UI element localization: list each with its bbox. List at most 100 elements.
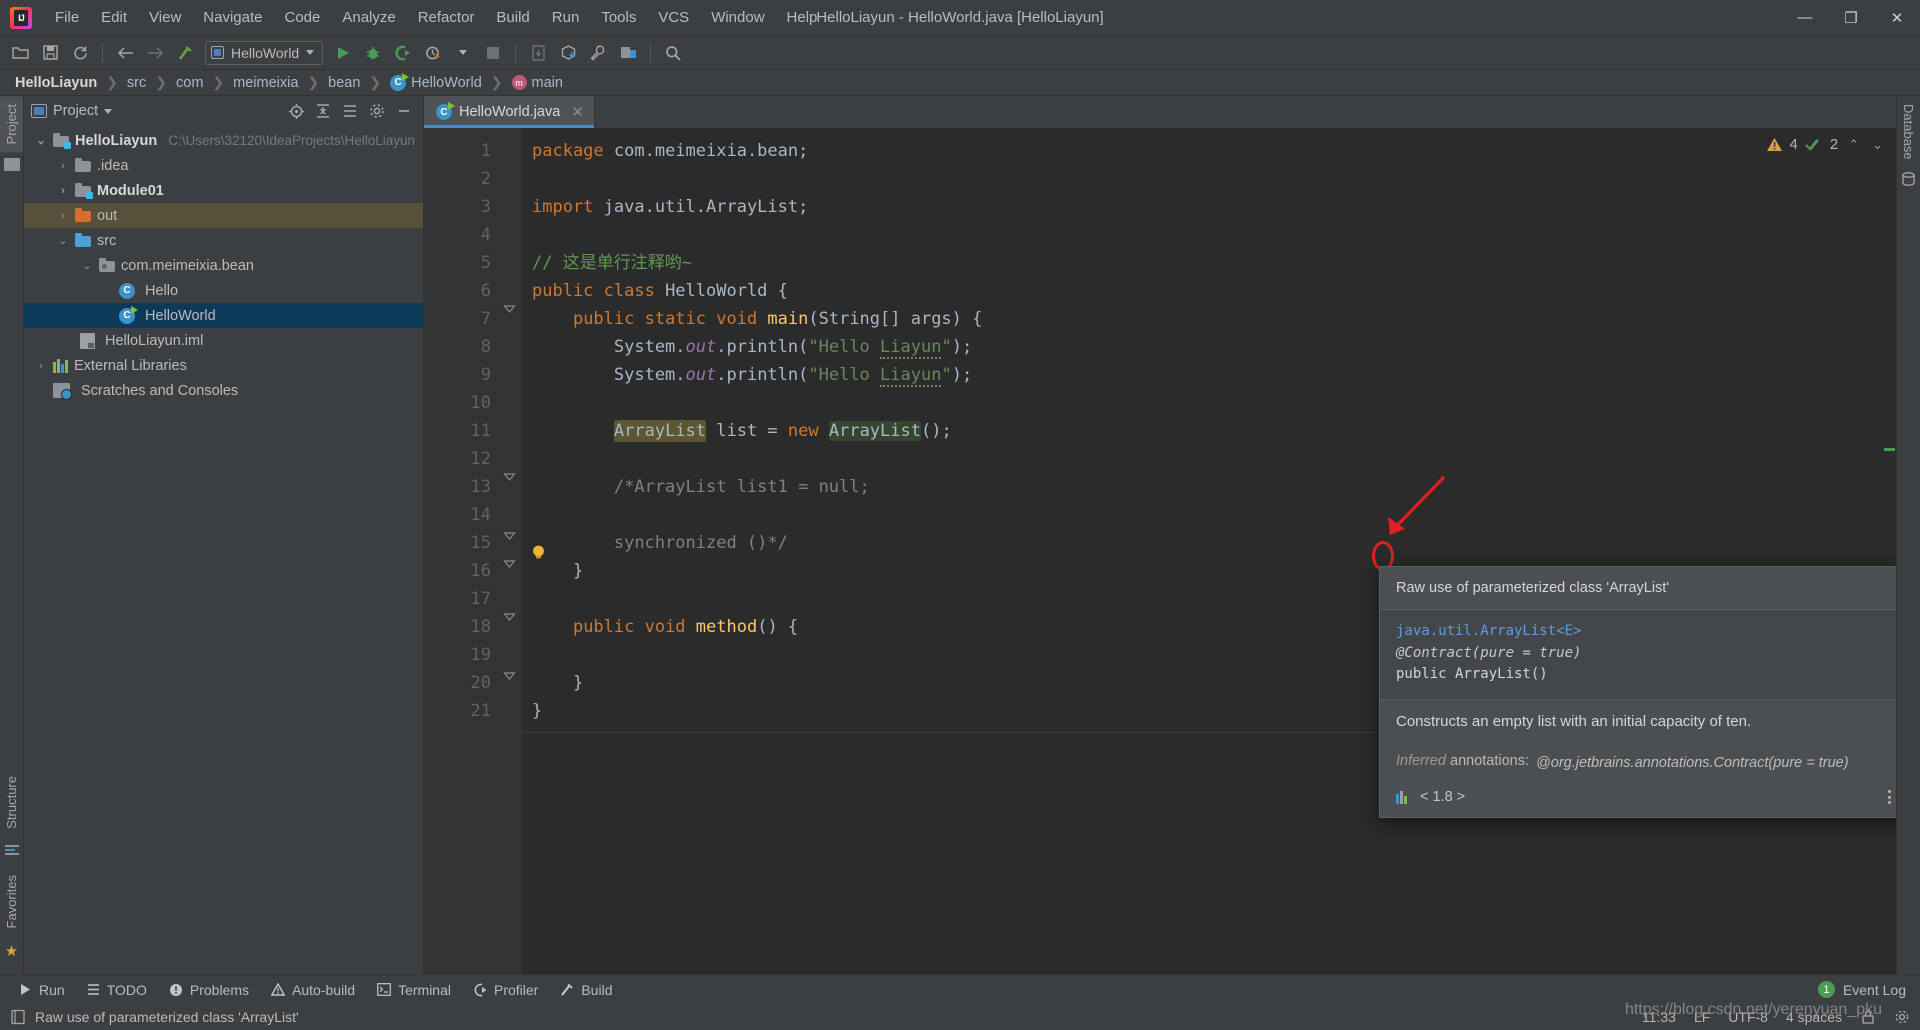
breadcrumb-item-project[interactable]: HelloLiayun <box>10 74 102 92</box>
chevron-right-icon[interactable]: › <box>56 160 70 172</box>
menu-view[interactable]: View <box>138 3 192 32</box>
event-log-label[interactable]: Event Log <box>1843 982 1906 998</box>
chevron-down-icon[interactable]: ⌄ <box>34 134 48 147</box>
tree-node-src[interactable]: ⌄ src <box>24 228 423 253</box>
close-icon[interactable]: ✕ <box>571 103 584 121</box>
editor-fold-column[interactable] <box>500 128 522 974</box>
profile-icon[interactable] <box>419 40 447 66</box>
search-icon[interactable] <box>659 40 687 66</box>
indent-setting[interactable]: 4 spaces <box>1786 1009 1842 1025</box>
menu-tools[interactable]: Tools <box>590 3 647 32</box>
menu-code[interactable]: Code <box>273 3 331 32</box>
menu-analyze[interactable]: Analyze <box>331 3 406 32</box>
locate-icon[interactable] <box>284 100 308 122</box>
collapse-all-icon[interactable] <box>338 100 362 122</box>
breadcrumb[interactable]: HelloLiayun ❯ src ❯ com ❯ meimeixia ❯ be… <box>0 70 1920 96</box>
sidebar-item-favorites[interactable]: Favorites <box>0 867 23 936</box>
tree-node-helloworld[interactable]: C HelloWorld <box>24 303 423 328</box>
left-tool-strip[interactable]: Project Structure Favorites ★ <box>0 96 24 974</box>
build-hammer-icon[interactable] <box>171 40 199 66</box>
open-folder-icon[interactable] <box>6 40 34 66</box>
breadcrumb-item-bean[interactable]: bean <box>323 74 365 92</box>
editor-scrollbar[interactable] <box>1882 128 1896 974</box>
project-tree[interactable]: ⌄ HelloLiayun C:\Users\32120\IdeaProject… <box>24 126 423 974</box>
menu-window[interactable]: Window <box>700 3 775 32</box>
save-icon[interactable] <box>36 40 64 66</box>
debug-icon[interactable] <box>359 40 387 66</box>
menu-vcs[interactable]: VCS <box>647 3 700 32</box>
right-tool-strip[interactable]: Database <box>1896 96 1920 974</box>
editor-tab-bar[interactable]: C HelloWorld.java ✕ <box>424 96 1896 128</box>
menu-navigate[interactable]: Navigate <box>192 3 273 32</box>
run-icon[interactable] <box>329 40 357 66</box>
avd-manager-icon[interactable] <box>614 40 642 66</box>
gear-icon[interactable] <box>1894 1009 1910 1025</box>
chevron-down-icon[interactable]: ⌄ <box>56 234 70 247</box>
sidebar-item-structure[interactable]: Structure <box>0 768 23 837</box>
run-configuration-selector[interactable]: HelloWorld <box>205 40 324 65</box>
hide-icon[interactable] <box>392 100 416 122</box>
menu-bar[interactable]: File Edit View Navigate Code Analyze Ref… <box>44 3 828 32</box>
chevron-right-icon[interactable]: › <box>34 360 48 372</box>
expand-all-icon[interactable] <box>311 100 335 122</box>
code-editor[interactable]: 1 2 3 4 5 6 7 8 9 10 11 12 13 14 15 16 1 <box>424 128 1896 974</box>
sync-icon[interactable] <box>66 40 94 66</box>
chevron-down-icon[interactable] <box>104 108 113 114</box>
breadcrumb-item-helloworld[interactable]: C HelloWorld <box>385 72 487 92</box>
project-panel-actions[interactable] <box>284 100 416 122</box>
sidebar-item-project[interactable]: Project <box>0 96 23 153</box>
sidebar-item-database[interactable]: Database <box>1897 96 1920 168</box>
main-toolbar[interactable]: HelloWorld <box>0 36 1920 70</box>
menu-help[interactable]: Help <box>776 3 829 32</box>
chevron-down-icon[interactable]: ⌄ <box>1869 137 1886 153</box>
scroll-mark[interactable] <box>1884 448 1895 451</box>
tool-tab-terminal[interactable]: Terminal <box>368 978 460 1002</box>
tree-node-hello[interactable]: C Hello <box>24 278 423 303</box>
update-app-icon[interactable] <box>524 40 552 66</box>
tree-node-module01[interactable]: › Module01 <box>24 178 423 203</box>
wrench-icon[interactable] <box>584 40 612 66</box>
forward-arrow-icon[interactable] <box>141 40 169 66</box>
breadcrumb-item-com[interactable]: com <box>171 74 208 92</box>
breadcrumb-item-meimeixia[interactable]: meimeixia <box>228 74 303 92</box>
tool-tab-problems[interactable]: Problems <box>160 978 258 1002</box>
chevron-down-icon-profile[interactable] <box>449 40 477 66</box>
tool-tab-run[interactable]: Run <box>10 978 74 1002</box>
lock-icon[interactable] <box>1860 1009 1876 1025</box>
install-apk-icon[interactable] <box>554 40 582 66</box>
tool-tab-profiler[interactable]: Profiler <box>464 978 547 1002</box>
code-content[interactable]: package com.meimeixia.bean; import java.… <box>522 128 1896 974</box>
chevron-down-icon[interactable]: ⌄ <box>80 259 94 272</box>
back-arrow-icon[interactable] <box>111 40 139 66</box>
menu-edit[interactable]: Edit <box>90 3 138 32</box>
event-log-area[interactable]: 1 Event Log <box>1817 981 1920 998</box>
tool-tab-todo[interactable]: TODO <box>78 978 156 1002</box>
chevron-down-icon[interactable] <box>306 50 315 55</box>
stop-icon[interactable] <box>479 40 507 66</box>
intention-bulb-icon[interactable] <box>530 544 547 561</box>
chevron-up-icon[interactable]: ⌃ <box>1845 137 1862 153</box>
window-controls[interactable]: — ❐ ✕ <box>1782 0 1920 36</box>
popup-signature-type[interactable]: java.util.ArrayList<E> <box>1396 621 1889 643</box>
tree-node-package[interactable]: ⌄ com.meimeixia.bean <box>24 253 423 278</box>
maximize-button[interactable]: ❐ <box>1828 0 1874 36</box>
tree-node-idea[interactable]: › .idea <box>24 153 423 178</box>
run-coverage-icon[interactable] <box>389 40 417 66</box>
bottom-tool-tabs[interactable]: Run TODO Problems Auto-build Terminal Pr… <box>0 974 1920 1004</box>
documentation-popup[interactable]: Raw use of parameterized class 'ArrayLis… <box>1379 566 1896 819</box>
gear-icon[interactable] <box>365 100 389 122</box>
chevron-right-icon[interactable]: › <box>56 210 70 222</box>
chevron-right-icon[interactable]: › <box>56 185 70 197</box>
file-encoding[interactable]: UTF-8 <box>1728 1009 1768 1025</box>
tree-node-helloliayun[interactable]: ⌄ HelloLiayun C:\Users\32120\IdeaProject… <box>24 128 423 153</box>
tree-node-iml[interactable]: HelloLiayun.iml <box>24 328 423 353</box>
close-button[interactable]: ✕ <box>1874 0 1920 36</box>
editor-tab-helloworld-java[interactable]: C HelloWorld.java ✕ <box>424 96 595 128</box>
inspection-widget[interactable]: 4 2 ⌃ ⌄ <box>1766 136 1887 153</box>
breadcrumb-item-src[interactable]: src <box>122 74 151 92</box>
tool-tab-auto-build[interactable]: Auto-build <box>262 978 364 1002</box>
popup-jdk-version[interactable]: < 1.8 > <box>1420 789 1465 805</box>
caret-position[interactable]: 11:33 <box>1642 1009 1676 1025</box>
menu-file[interactable]: File <box>44 3 90 32</box>
menu-refactor[interactable]: Refactor <box>407 3 486 32</box>
